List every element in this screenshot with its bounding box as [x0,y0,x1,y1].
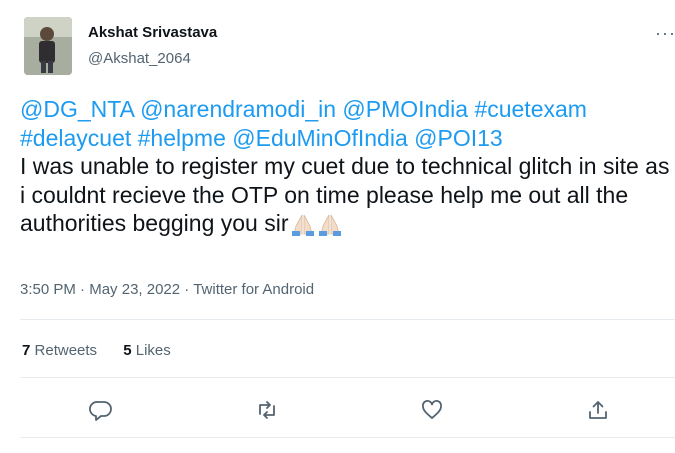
hashtag-link[interactable]: #delaycuet [20,125,131,151]
retweets-count: 7 [22,342,31,359]
reply-icon[interactable] [89,398,113,422]
author-name[interactable]: Akshat Srivastava [88,24,217,41]
share-icon[interactable] [586,398,610,422]
mention-link[interactable]: @narendramodi_in [140,96,336,122]
mention-link[interactable]: @PMOIndia [342,96,468,122]
avatar-image [24,17,72,75]
tweet-time[interactable]: 3:50 PM [20,281,76,298]
meta-separator: · [80,281,86,298]
tweet-meta: 3:50 PM · May 23, 2022 · Twitter for And… [20,281,314,298]
divider [20,377,675,378]
divider [20,319,675,320]
retweet-icon[interactable] [255,398,279,422]
more-options-icon[interactable]: ··· [655,24,675,42]
hashtag-link[interactable]: #helpme [138,125,226,151]
retweets-stat[interactable]: 7 Retweets [22,342,97,359]
author-handle[interactable]: @Akshat_2064 [88,50,191,67]
like-icon[interactable] [420,398,444,422]
tweet-stats: 7 Retweets 5 Likes [22,342,193,359]
likes-count: 5 [123,342,132,359]
likes-stat[interactable]: 5 Likes [123,342,171,359]
mention-link[interactable]: @EduMinOfIndia [232,125,408,151]
likes-label: Likes [135,342,171,359]
avatar[interactable] [24,17,72,75]
folded-hands-icon [317,212,343,243]
retweets-label: Retweets [34,342,98,359]
divider [20,437,675,438]
hashtag-link[interactable]: #cuetexam [474,96,587,122]
folded-hands-icon [290,212,316,243]
mention-link[interactable]: @POI13 [414,125,503,151]
meta-separator: · [184,281,190,298]
tweet-source[interactable]: Twitter for Android [193,281,314,298]
mention-link[interactable]: @DG_NTA [20,96,134,122]
tweet-text: @DG_NTA @narendramodi_in @PMOIndia #cuet… [20,95,672,243]
tweet-body: I was unable to register my cuet due to … [20,153,670,236]
tweet-date[interactable]: May 23, 2022 [89,281,180,298]
